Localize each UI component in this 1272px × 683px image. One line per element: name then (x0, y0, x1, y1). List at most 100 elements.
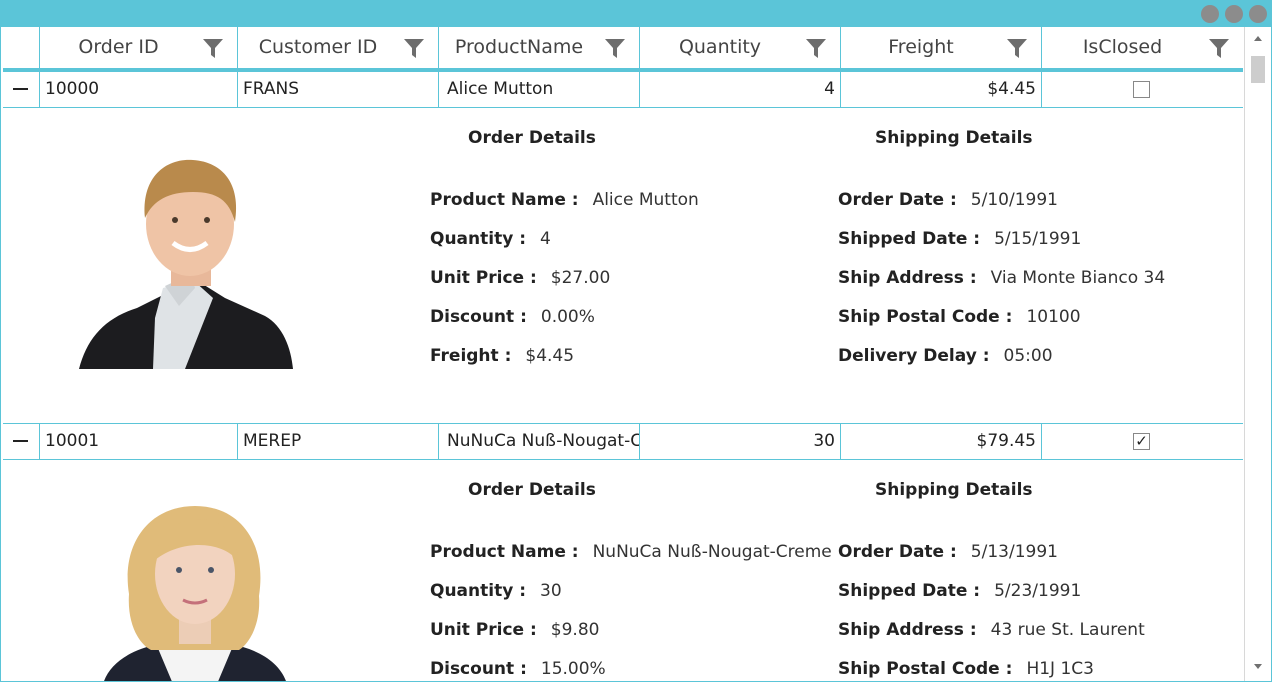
column-header-product-name[interactable]: ProductName (438, 27, 639, 68)
shipping-details-title: Shipping Details (875, 480, 1033, 500)
detail-ship-address: Ship Address : 43 rue St. Laurent (838, 620, 1145, 640)
detail-shipped-date: Shipped Date : 5/23/1991 (838, 581, 1081, 601)
grid-window: Order ID Customer ID ProductName Quantit… (0, 0, 1272, 682)
customer-photo (104, 506, 286, 681)
order-details-title: Order Details (468, 128, 596, 148)
scrollbar-thumb[interactable] (1251, 56, 1265, 83)
column-header-label: Freight (888, 36, 954, 58)
detail-shipped-date: Shipped Date : 5/15/1991 (838, 229, 1081, 249)
filter-icon[interactable] (605, 39, 625, 58)
detail-unit-price: Unit Price : $27.00 (430, 268, 610, 288)
field-label: Delivery Delay : (838, 346, 990, 366)
field-label: Quantity : (430, 229, 527, 249)
customer-photo (79, 159, 293, 369)
window-dot-icon[interactable] (1201, 5, 1219, 23)
field-label: Unit Price : (430, 268, 537, 288)
scroll-down-icon[interactable] (1254, 664, 1262, 669)
column-header-label: IsClosed (1082, 36, 1163, 58)
field-value: 05:00 (1003, 346, 1053, 366)
row-detail-panel: Order Details Shipping Details Product N… (3, 108, 1243, 424)
field-label: Order Date : (838, 190, 957, 210)
field-value: 5/23/1991 (994, 581, 1082, 601)
detail-discount: Discount : 15.00% (430, 659, 606, 679)
field-value: H1J 1C3 (1026, 659, 1094, 679)
detail-discount: Discount : 0.00% (430, 307, 595, 327)
field-label: Ship Postal Code : (838, 659, 1013, 679)
expander-header (3, 27, 39, 68)
detail-order-date: Order Date : 5/13/1991 (838, 542, 1058, 562)
field-label: Shipped Date : (838, 229, 981, 249)
field-value: 4 (540, 229, 551, 249)
collapse-icon[interactable] (3, 424, 38, 459)
field-value: $9.80 (550, 620, 600, 640)
column-header-is-closed[interactable]: IsClosed (1041, 27, 1243, 68)
detail-product-name: Product Name : NuNuCa Nuß-Nougat-Creme (430, 542, 832, 562)
cell-customer-id[interactable]: MEREP (237, 424, 438, 459)
filter-icon[interactable] (806, 39, 826, 58)
cell-freight[interactable]: $4.45 (840, 72, 1041, 107)
field-label: Order Date : (838, 542, 957, 562)
scroll-up-icon[interactable] (1254, 36, 1262, 41)
cell-order-id[interactable]: 10001 (39, 424, 237, 459)
detail-quantity: Quantity : 30 (430, 581, 562, 601)
table-row[interactable]: 10001 MEREP NuNuCa Nuß-Nougat-Creme 30 $… (3, 424, 1243, 460)
column-header-label: ProductName (454, 36, 584, 58)
field-value: Alice Mutton (592, 190, 699, 210)
detail-unit-price: Unit Price : $9.80 (430, 620, 599, 640)
filter-icon[interactable] (203, 39, 223, 58)
field-value: 43 rue St. Laurent (990, 620, 1145, 640)
field-value: NuNuCa Nuß-Nougat-Creme (592, 542, 832, 562)
field-label: Ship Address : (838, 268, 977, 288)
detail-ship-address: Ship Address : Via Monte Bianco 34 (838, 268, 1165, 288)
field-value: 5/13/1991 (970, 542, 1058, 562)
column-header-customer-id[interactable]: Customer ID (237, 27, 438, 68)
row-detail-panel: Order Details Shipping Details Product N… (3, 460, 1243, 681)
field-value: 0.00% (540, 307, 595, 327)
field-value: 5/15/1991 (994, 229, 1082, 249)
cell-product-name[interactable]: NuNuCa Nuß-Nougat-Creme (438, 424, 639, 459)
field-label: Ship Address : (838, 620, 977, 640)
cell-freight[interactable]: $79.45 (840, 424, 1041, 459)
order-details-title: Order Details (468, 480, 596, 500)
detail-ship-postal-code: Ship Postal Code : H1J 1C3 (838, 659, 1094, 679)
filter-icon[interactable] (1007, 39, 1027, 58)
filter-icon[interactable] (404, 39, 424, 58)
column-header-label: Quantity (678, 36, 762, 58)
is-closed-checkbox[interactable]: ✓ (1133, 433, 1150, 450)
detail-order-date: Order Date : 5/10/1991 (838, 190, 1058, 210)
column-header-order-id[interactable]: Order ID (39, 27, 237, 68)
field-label: Discount : (430, 659, 527, 679)
data-grid: Order ID Customer ID ProductName Quantit… (3, 27, 1243, 681)
window-dot-icon[interactable] (1249, 5, 1267, 23)
grid-header: Order ID Customer ID ProductName Quantit… (3, 27, 1243, 72)
field-label: Quantity : (430, 581, 527, 601)
field-value: 10100 (1026, 307, 1081, 327)
cell-quantity[interactable]: 4 (639, 72, 840, 107)
detail-freight: Freight : $4.45 (430, 346, 574, 366)
detail-delivery-delay: Delivery Delay : 05:00 (838, 346, 1053, 366)
is-closed-checkbox[interactable] (1133, 81, 1150, 98)
field-label: Unit Price : (430, 620, 537, 640)
field-label: Freight : (430, 346, 512, 366)
field-value: 5/10/1991 (970, 190, 1058, 210)
field-label: Discount : (430, 307, 527, 327)
cell-product-name[interactable]: Alice Mutton (438, 72, 639, 107)
field-label: Product Name : (430, 190, 579, 210)
filter-icon[interactable] (1209, 39, 1229, 58)
vertical-scrollbar[interactable] (1244, 27, 1271, 681)
field-value: Via Monte Bianco 34 (990, 268, 1166, 288)
window-dot-icon[interactable] (1225, 5, 1243, 23)
field-label: Shipped Date : (838, 581, 981, 601)
cell-order-id[interactable]: 10000 (39, 72, 237, 107)
cell-quantity[interactable]: 30 (639, 424, 840, 459)
field-label: Ship Postal Code : (838, 307, 1013, 327)
title-bar (1, 0, 1271, 27)
cell-customer-id[interactable]: FRANS (237, 72, 438, 107)
collapse-icon[interactable] (3, 72, 38, 107)
field-value: $4.45 (525, 346, 575, 366)
cell-is-closed (1041, 72, 1243, 107)
column-header-freight[interactable]: Freight (840, 27, 1041, 68)
column-header-quantity[interactable]: Quantity (639, 27, 840, 68)
field-value: 15.00% (540, 659, 606, 679)
table-row[interactable]: 10000 FRANS Alice Mutton 4 $4.45 (3, 72, 1243, 108)
